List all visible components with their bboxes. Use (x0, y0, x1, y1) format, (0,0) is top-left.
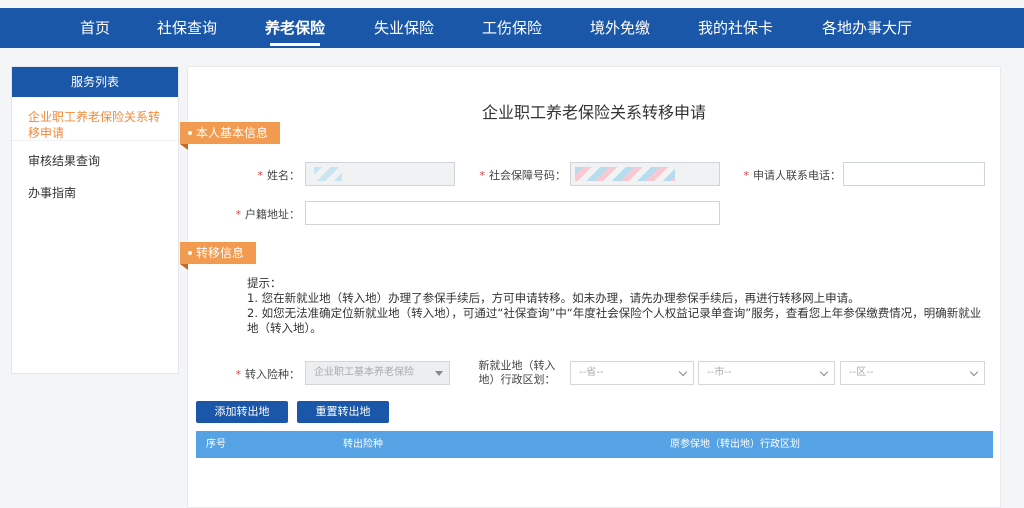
ssn-field[interactable] (570, 162, 720, 186)
nav-overseas-exemption[interactable]: 境外免缴 (590, 8, 650, 48)
insurance-type-label: * 转入险种： (235, 368, 301, 381)
city-select[interactable]: --市-- (698, 361, 835, 385)
page-title: 企业职工养老保险关系转移申请 (481, 103, 706, 122)
nav-pension-insurance[interactable]: 养老保险 (265, 8, 325, 48)
chevron-down-icon (819, 367, 829, 377)
phone-label: * 申请人联系电话： (743, 169, 842, 182)
masked-text (575, 167, 675, 181)
nav-home[interactable]: 首页 (80, 8, 110, 48)
nav-my-social-card[interactable]: 我的社保卡 (698, 8, 773, 48)
sidebar-item-transfer-application[interactable]: 企业职工养老保险关系转移申请 (12, 109, 178, 141)
district-select[interactable]: --区-- (840, 361, 985, 385)
insurance-type-value: 企业职工基本养老保险 (314, 367, 414, 378)
tips-block: 提示： 1. 您在新就业地（转入地）办理了参保手续后，方可申请转移。如未办理，请… (247, 276, 987, 336)
insurance-type-select[interactable]: 企业职工基本养老保险 (305, 361, 450, 385)
chevron-down-icon (678, 367, 688, 377)
chevron-down-icon (969, 367, 979, 377)
section-transfer-info: 转移信息 (180, 242, 257, 270)
nav-unemployment-insurance[interactable]: 失业保险 (374, 8, 434, 48)
tips-line-1: 1. 您在新就业地（转入地）办理了参保手续后，方可申请转移。如未办理，请先办理参… (247, 291, 860, 305)
nav-service-halls[interactable]: 各地办事大厅 (822, 8, 912, 48)
column-header-origin-region: 原参保地（转出地）行政区划 (670, 439, 800, 450)
phone-field[interactable] (843, 162, 985, 186)
reset-origin-button[interactable]: 重置转出地 (297, 401, 389, 423)
sidebar-title: 服务列表 (12, 67, 178, 97)
ssn-label: * 社会保障号码： (479, 169, 567, 182)
tips-line-2: 2. 如您无法准确定位新就业地（转入地），可通过“社保查询”中“年度社会保险个人… (247, 306, 982, 335)
masked-text (314, 167, 342, 181)
name-field[interactable] (305, 162, 455, 186)
nav-social-security-query[interactable]: 社保查询 (157, 8, 217, 48)
sidebar-item-review-result[interactable]: 审核结果查询 (12, 153, 178, 169)
tips-title: 提示： (247, 276, 282, 290)
column-header-index: 序号 (206, 439, 226, 450)
nav-work-injury-insurance[interactable]: 工伤保险 (482, 8, 542, 48)
table-header: 序号 转出险种 原参保地（转出地）行政区划 (196, 431, 993, 458)
name-label: * 姓名： (257, 169, 301, 182)
top-strip (0, 0, 1024, 8)
main-panel: 企业职工养老保险关系转移申请 本人基本信息 * 姓名： * 社会保障号码： * 申请人… (180, 66, 1001, 508)
address-label: * 户籍地址： (235, 208, 301, 221)
region-label: 新就业地（转入 地）行政区划： (478, 359, 556, 386)
caret-down-icon (435, 371, 443, 376)
sidebar-item-guide[interactable]: 办事指南 (12, 185, 178, 201)
address-field[interactable] (305, 201, 720, 225)
province-select[interactable]: --省-- (570, 361, 694, 385)
main-nav: 首页 社保查询 养老保险 失业保险 工伤保险 境外免缴 我的社保卡 各地办事大厅 (0, 8, 1024, 48)
add-origin-button[interactable]: 添加转出地 (196, 401, 288, 423)
sidebar: 服务列表 企业职工养老保险关系转移申请 审核结果查询 办事指南 (11, 66, 179, 374)
column-header-insurance-type: 转出险种 (343, 439, 383, 450)
section-basic-info: 本人基本信息 (180, 122, 281, 150)
